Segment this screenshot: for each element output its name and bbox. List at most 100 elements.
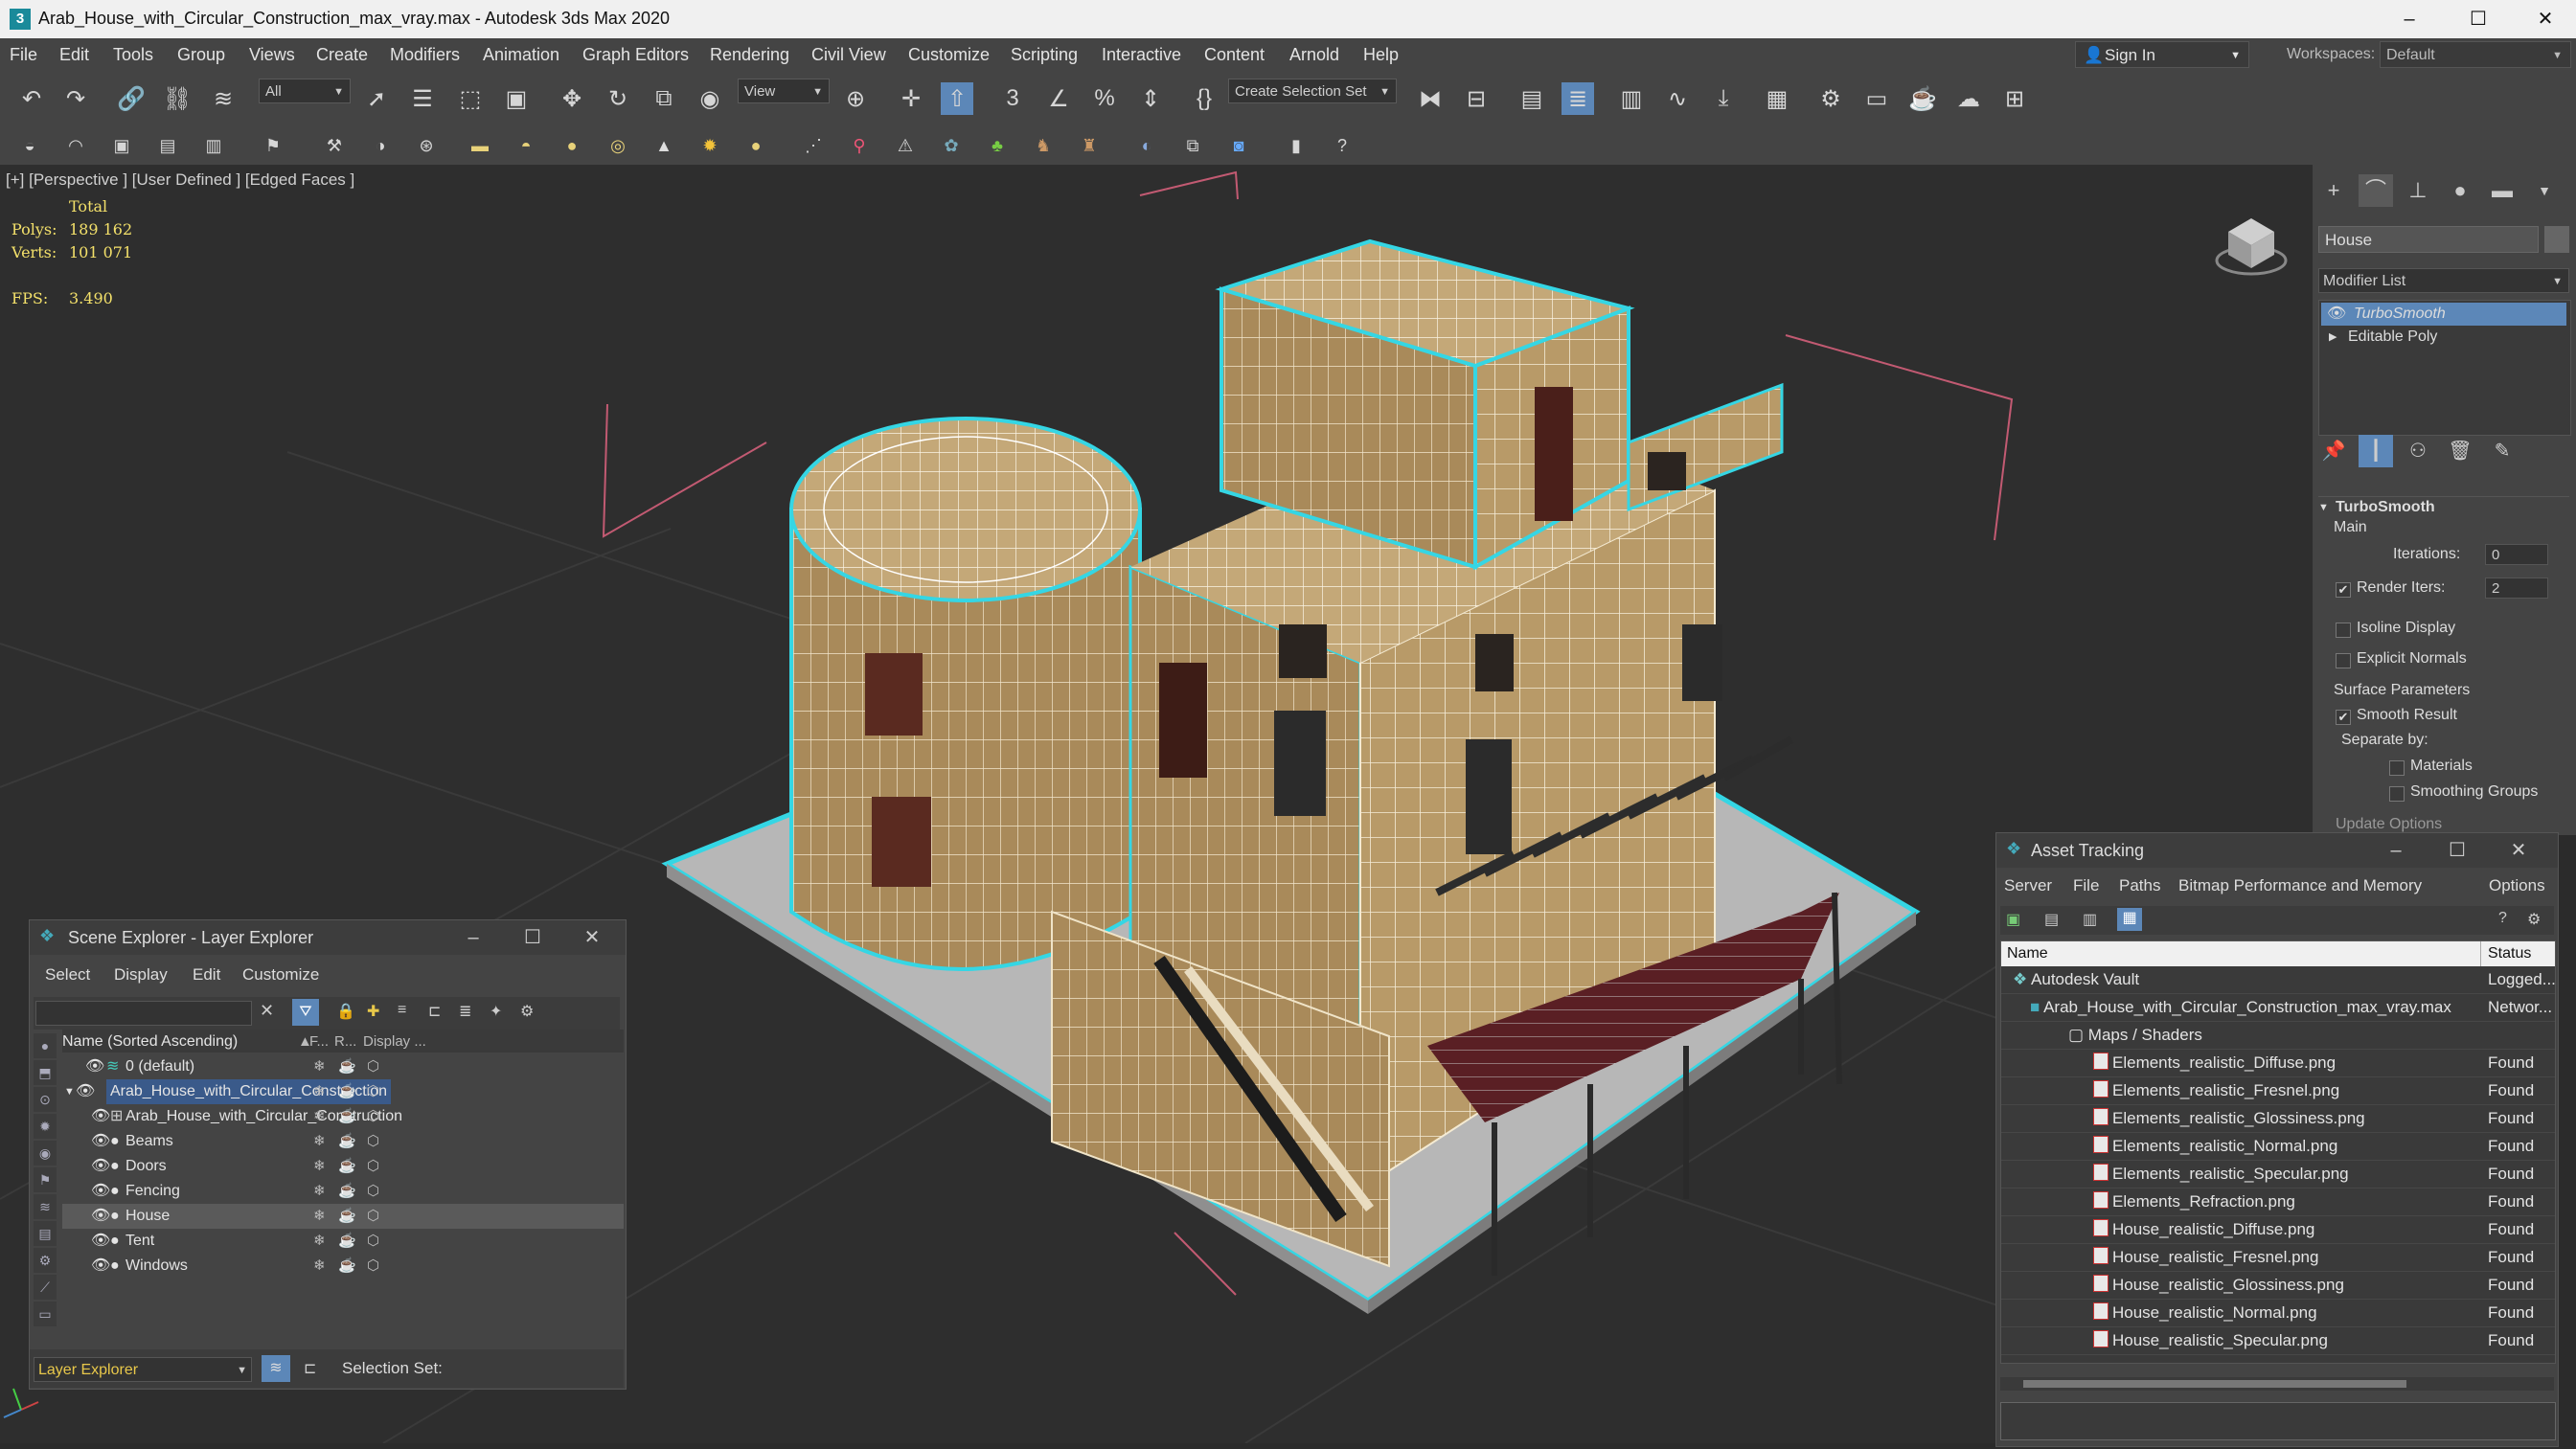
remove-modifier-icon[interactable]: 🗑 [2443, 435, 2477, 467]
toggle-scene-explorer-icon[interactable]: ▤ [1516, 82, 1548, 115]
menu-content[interactable]: Content [1204, 45, 1265, 65]
menu-views[interactable]: Views [249, 45, 295, 65]
asset-menu-server[interactable]: Server [2004, 876, 2052, 895]
sort-icon[interactable]: ≣ [459, 1002, 471, 1021]
align-icon[interactable]: ⊟ [1460, 82, 1493, 115]
toolbar2-tool-10-icon[interactable]: ⋰ [801, 133, 826, 158]
close-button[interactable]: ✕ [2504, 837, 2533, 864]
rectangular-selection-icon[interactable]: ⬚ [454, 82, 487, 115]
layer-row[interactable]: 👁 ● Doors ❄ ☕ ⬡ [62, 1154, 624, 1179]
cone-icon[interactable]: ▲ [651, 133, 676, 158]
plane-icon[interactable]: ▬ [467, 133, 492, 158]
freeze-icon[interactable]: ❄ [313, 1104, 326, 1129]
display-groups-icon[interactable]: ▤ [34, 1221, 57, 1246]
stack-item-editable-poly[interactable]: ▶ Editable Poly [2321, 326, 2566, 349]
eye-icon[interactable]: 👁 [2327, 303, 2346, 326]
redo-icon[interactable]: ↷ [59, 82, 92, 115]
display-xrefs-icon[interactable]: ⚙ [34, 1248, 57, 1273]
toolbar2-tool-1-icon[interactable]: ◒ [17, 133, 42, 158]
sphere-icon[interactable]: ● [559, 133, 584, 158]
freeze-icon[interactable]: ❄ [313, 1079, 326, 1104]
layer-row[interactable]: 👁 ⊞ Arab_House_with_Circular_Constructio… [62, 1104, 624, 1129]
table-row[interactable]: Elements_realistic_Specular.png Found [2001, 1161, 2555, 1189]
render-teapot-icon[interactable]: ☕ [338, 1154, 356, 1179]
display-lights-icon[interactable]: ✹ [34, 1114, 57, 1139]
spinner-snap-icon[interactable]: ⇕ [1134, 82, 1167, 115]
pivot-center-icon[interactable]: ⊕ [839, 82, 872, 115]
workspaces-select[interactable]: Default ▼ [2380, 41, 2571, 68]
menu-rendering[interactable]: Rendering [710, 45, 789, 65]
layer-row[interactable]: 👁 ● Windows ❄ ☕ ⬡ [62, 1254, 624, 1279]
maximize-button[interactable]: ☐ [2443, 837, 2472, 864]
horizontal-scrollbar[interactable] [2000, 1377, 2554, 1391]
scene-explorer-titlebar[interactable]: ❖ Scene Explorer - Layer Explorer – ☐ ✕ [30, 920, 626, 955]
scale-icon[interactable]: ⧉ [648, 82, 680, 115]
isoline-display-checkbox[interactable] [2336, 623, 2351, 638]
expand-arrow-icon[interactable]: ▶ [2329, 326, 2337, 349]
toolbar2-tool-7-icon[interactable]: ⚒ [322, 133, 347, 158]
asset-path-field[interactable] [2000, 1402, 2556, 1440]
hierarchy-icon[interactable]: ⊏ [428, 1002, 441, 1021]
layer-row[interactable]: 👁 ● Tent ❄ ☕ ⬡ [62, 1229, 624, 1254]
display-box-icon[interactable]: ⬡ [367, 1154, 379, 1179]
asset-tracking-titlebar[interactable]: ❖ Asset Tracking – ☐ ✕ [1996, 833, 2558, 868]
toolbar2-tool-11-icon[interactable]: ⚲ [847, 133, 872, 158]
visibility-eye-icon[interactable]: 👁 [91, 1154, 110, 1179]
render-shortcut-icon[interactable]: ⊞ [1998, 82, 2031, 115]
visibility-eye-icon[interactable]: 👁 [91, 1179, 110, 1204]
menu-animation[interactable]: Animation [483, 45, 559, 65]
freeze-icon[interactable]: ❄ [313, 1129, 326, 1154]
render-teapot-icon[interactable]: ☕ [338, 1229, 356, 1254]
layers-icon[interactable]: ≡ [398, 1002, 406, 1019]
menu-scripting[interactable]: Scripting [1011, 45, 1078, 65]
menu-edit[interactable]: Edit [59, 45, 89, 65]
render-teapot-icon[interactable]: ☕ [338, 1179, 356, 1204]
display-tab-icon[interactable]: ▬ [2485, 174, 2519, 207]
motion-tab-icon[interactable]: ● [2443, 174, 2477, 207]
rendered-frame-window-icon[interactable]: ▭ [1860, 82, 1893, 115]
maximize-button[interactable]: ☐ [2459, 4, 2497, 34]
toolbar2-tool-9-icon[interactable]: ⊛ [414, 133, 439, 158]
table-row[interactable]: House_realistic_Specular.png Found [2001, 1327, 2555, 1355]
table-row[interactable]: ■ Arab_House_with_Circular_Construction_… [2001, 994, 2555, 1022]
display-geometry-icon[interactable]: ⬒ [34, 1060, 57, 1085]
render-production-icon[interactable]: ☕ [1906, 82, 1939, 115]
toolbar2-tool-17-icon[interactable]: ⧉ [1180, 133, 1205, 158]
highlight-icon[interactable]: ✦ [490, 1002, 502, 1021]
asset-menu-file[interactable]: File [2073, 876, 2099, 895]
menu-civil-view[interactable]: Civil View [811, 45, 886, 65]
dome-icon[interactable]: ◓ [513, 133, 538, 158]
asset-menu-bitmap-performance[interactable]: Bitmap Performance and Memory [2178, 876, 2422, 895]
menu-modifiers[interactable]: Modifiers [390, 45, 460, 65]
freeze-icon[interactable]: ❄ [313, 1229, 326, 1254]
menu-graph-editors[interactable]: Graph Editors [582, 45, 689, 65]
layer-row[interactable]: 👁 ≋ 0 (default) ❄ ☕ ⬡ [62, 1054, 624, 1079]
settings-icon[interactable]: ⚙ [520, 1002, 534, 1021]
light-icon[interactable]: ● [743, 133, 768, 158]
toolbar2-tool-3-icon[interactable]: ▣ [109, 133, 134, 158]
turbosmooth-rollout-title[interactable]: TurboSmooth [2336, 499, 2435, 516]
asset-menu-options[interactable]: Options [2489, 876, 2545, 895]
make-unique-icon[interactable]: ⚇ [2401, 435, 2435, 467]
table-row[interactable]: Elements_realistic_Diffuse.png Found [2001, 1050, 2555, 1077]
table-row[interactable]: Elements_realistic_Glossiness.png Found [2001, 1105, 2555, 1133]
freeze-icon[interactable]: ❄ [313, 1254, 326, 1279]
toolbar2-tool-16-icon[interactable]: ◐ [1134, 133, 1159, 158]
render-in-cloud-icon[interactable]: ☁ [1952, 82, 1985, 115]
named-selection-set-select[interactable]: Create Selection Set ▼ [1228, 79, 1397, 103]
toggle-ribbon-icon[interactable]: ▥ [1615, 82, 1648, 115]
maximize-button[interactable]: ☐ [518, 924, 547, 951]
bind-space-warp-icon[interactable]: ≋ [207, 82, 239, 115]
table-row[interactable]: Elements_realistic_Normal.png Found [2001, 1133, 2555, 1161]
minimize-button[interactable]: – [2390, 4, 2428, 34]
toggle-layer-explorer-icon[interactable]: ≣ [1562, 82, 1594, 115]
link-icon[interactable]: 🔗 [115, 82, 148, 115]
smooth-result-checkbox[interactable]: ✔ [2336, 710, 2351, 725]
select-manipulate-icon[interactable]: ✛ [895, 82, 927, 115]
unlink-icon[interactable]: ⛓ [161, 82, 194, 115]
minimize-button[interactable]: – [2382, 837, 2410, 864]
select-by-name-icon[interactable]: ☰ [406, 82, 439, 115]
display-spacewarps-icon[interactable]: ≋ [34, 1194, 57, 1219]
layer-row[interactable]: 👁 ● Beams ❄ ☕ ⬡ [62, 1129, 624, 1154]
display-helpers-icon[interactable]: ⚑ [34, 1167, 57, 1192]
